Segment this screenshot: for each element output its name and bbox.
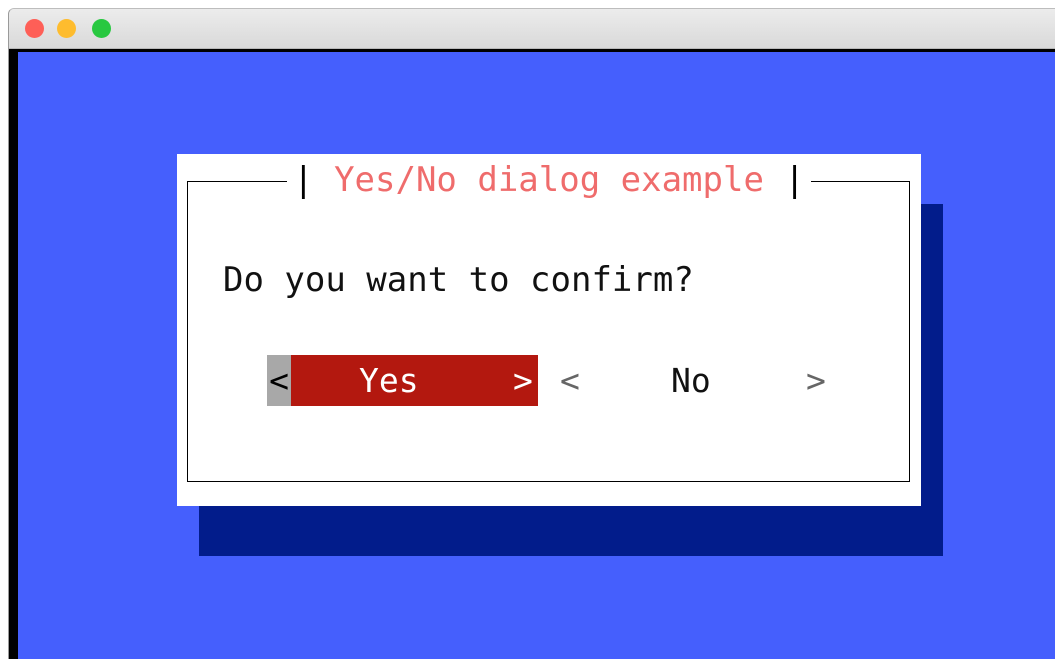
no-button[interactable]: < No > [560, 355, 850, 406]
dialog-message: Do you want to confirm? [223, 260, 694, 300]
dialog-title-row: | Yes/No dialog example | [177, 160, 921, 200]
zoom-window-button[interactable] [92, 19, 111, 38]
terminal-screen: | Yes/No dialog example | Do you want to… [18, 52, 1055, 659]
terminal-area: | Yes/No dialog example | Do you want to… [9, 49, 1055, 659]
no-right-bracket: > [806, 361, 826, 400]
minimize-window-button[interactable] [57, 19, 76, 38]
yes-right-bracket: > [513, 361, 533, 400]
yes-button-label: Yes [359, 361, 419, 400]
yes-no-dialog: | Yes/No dialog example | Do you want to… [177, 154, 921, 506]
close-window-button[interactable] [25, 19, 44, 38]
dialog-title: Yes/No dialog example [334, 160, 764, 200]
window-titlebar[interactable] [9, 9, 1055, 49]
yes-left-bracket: < [267, 355, 291, 406]
no-left-bracket: < [560, 361, 580, 400]
no-button-label: No [671, 361, 711, 400]
yes-button[interactable]: < Yes > [267, 355, 538, 406]
title-right-bar: | [784, 160, 805, 200]
title-left-bar: | [293, 160, 314, 200]
terminal-window: | Yes/No dialog example | Do you want to… [8, 8, 1055, 659]
